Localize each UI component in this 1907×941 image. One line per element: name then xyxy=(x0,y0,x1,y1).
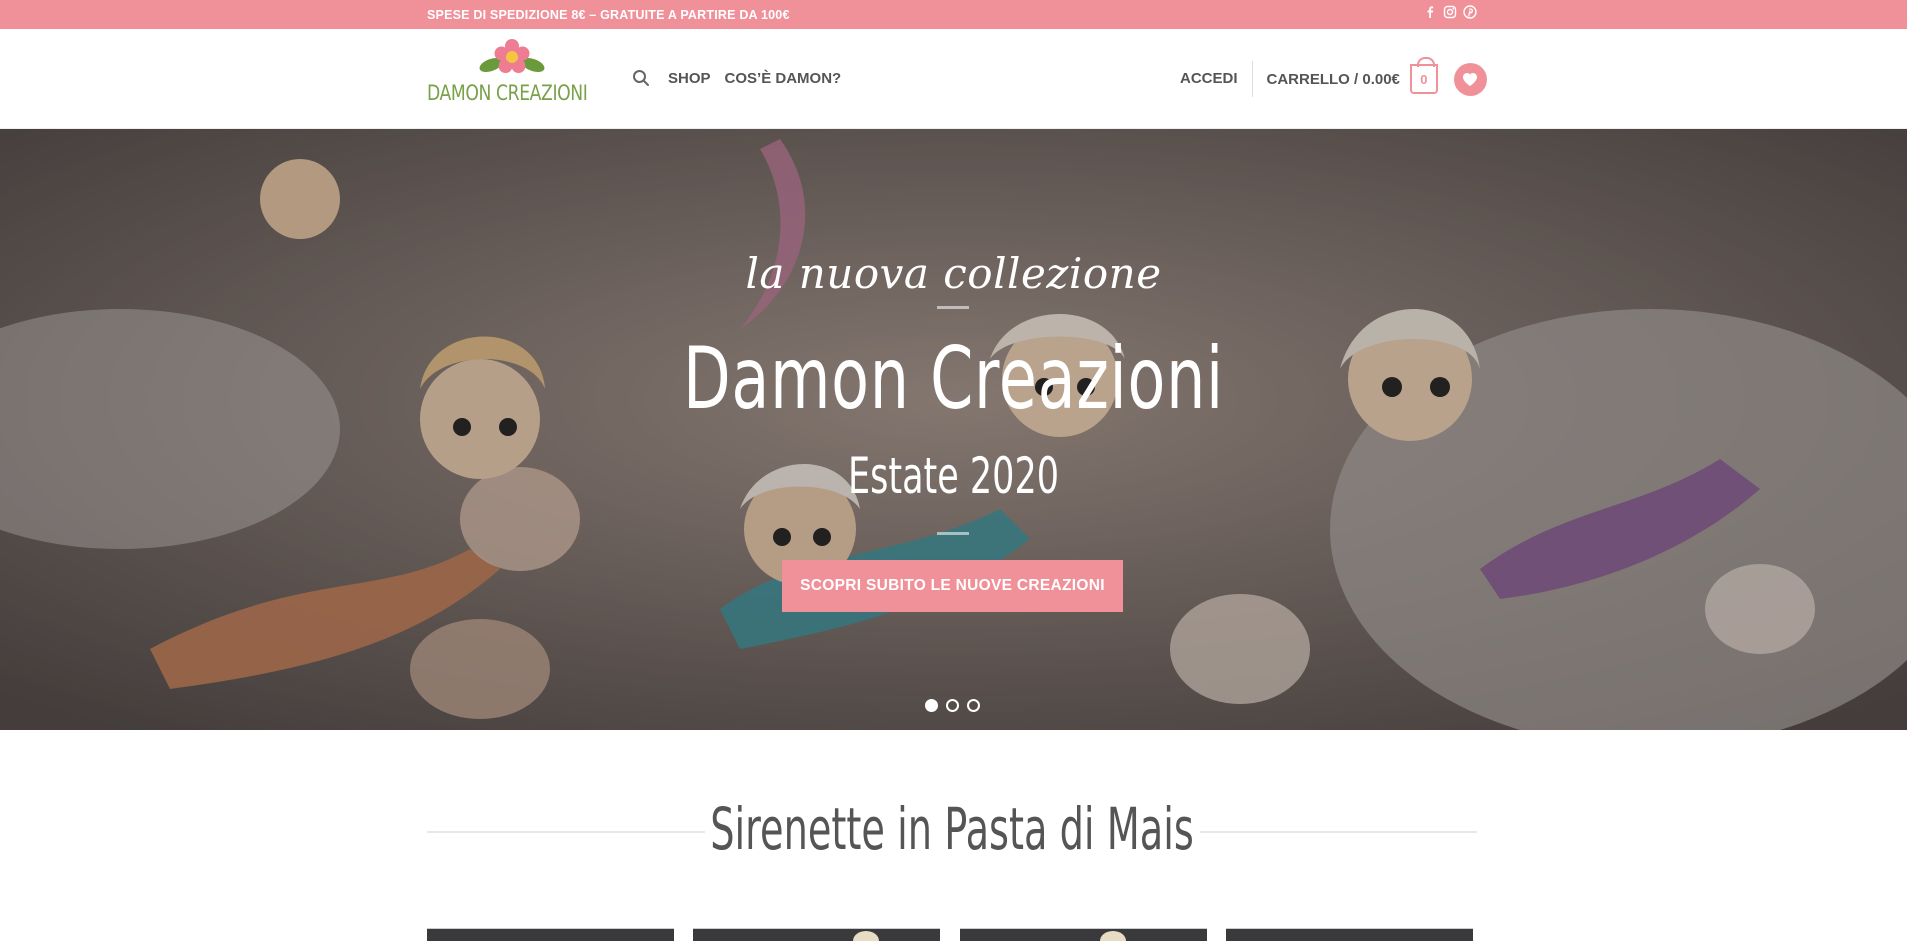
product-image xyxy=(1100,931,1126,941)
facebook-icon[interactable] xyxy=(1423,5,1437,19)
search-icon[interactable] xyxy=(632,69,650,87)
hero-divider-top xyxy=(937,306,969,309)
header-actions: ACCEDI CARRELLO / 0.00€ 0 xyxy=(1180,57,1487,99)
login-link[interactable]: ACCEDI xyxy=(1180,61,1253,97)
hero-season: Estate 2020 xyxy=(848,447,1059,505)
section-header: Sirenette in Pasta di Mais xyxy=(427,795,1477,865)
wishlist-heart-icon[interactable] xyxy=(1453,62,1487,96)
site-header: DAMON CREAZIONI SHOP COS’È DAMON? ACCEDI… xyxy=(0,29,1907,129)
slider-dot-2[interactable] xyxy=(946,699,959,712)
instagram-icon[interactable] xyxy=(1443,5,1457,19)
hero-divider-bottom xyxy=(937,532,969,535)
discover-collection-button[interactable]: SCOPRI SUBITO LE NUOVE CREAZIONI xyxy=(782,560,1123,612)
nav-about[interactable]: COS’È DAMON? xyxy=(725,70,842,87)
hero-subtitle: la nuova collezione xyxy=(745,249,1162,298)
product-card[interactable] xyxy=(960,928,1207,941)
product-image xyxy=(853,931,879,941)
shipping-notice: SPESE DI SPEDIZIONE 8€ – GRATUITE A PART… xyxy=(427,8,790,22)
cart-count-badge[interactable]: 0 xyxy=(1409,57,1438,94)
product-card[interactable] xyxy=(693,928,940,941)
slider-dot-3[interactable] xyxy=(967,699,980,712)
product-card[interactable] xyxy=(427,928,674,941)
main-nav: SHOP COS’È DAMON? xyxy=(632,69,855,87)
top-announcement-bar: SPESE DI SPEDIZIONE 8€ – GRATUITE A PART… xyxy=(0,0,1907,29)
pinterest-icon[interactable] xyxy=(1463,5,1477,19)
hero-content: la nuova collezione Damon Creazioni Esta… xyxy=(0,129,1907,730)
social-links xyxy=(1423,5,1477,19)
product-card[interactable] xyxy=(1226,928,1473,941)
section-title: Sirenette in Pasta di Mais xyxy=(710,795,1194,863)
slider-dot-1[interactable] xyxy=(925,699,938,712)
nav-shop[interactable]: SHOP xyxy=(668,70,711,87)
hero-slider[interactable]: la nuova collezione Damon Creazioni Esta… xyxy=(0,129,1907,730)
slider-dots xyxy=(925,699,980,712)
hero-title: Damon Creazioni xyxy=(683,329,1224,429)
logo[interactable]: DAMON CREAZIONI xyxy=(427,37,597,125)
logo-text: DAMON CREAZIONI xyxy=(427,81,588,105)
cart-link[interactable]: CARRELLO / 0.00€ xyxy=(1267,71,1400,88)
